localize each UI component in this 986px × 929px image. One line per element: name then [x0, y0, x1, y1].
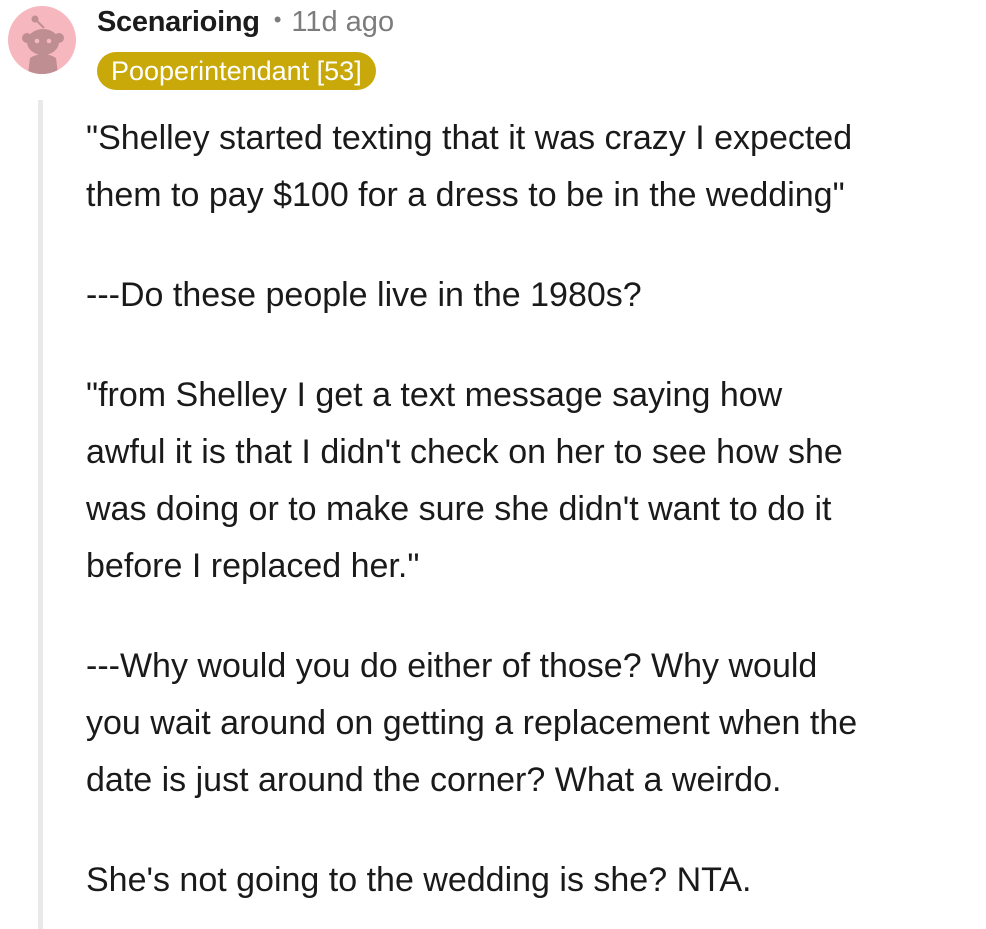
comment-header: Scenarioing • 11d ago [97, 2, 394, 42]
user-flair-badge: Pooperintendant [53] [97, 52, 376, 90]
user-avatar-icon[interactable] [8, 6, 76, 74]
comment-paragraph: She's not going to the wedding is she? N… [86, 861, 752, 899]
meta-separator: • [273, 7, 282, 32]
comment-paragraph: ---Why would you do either of those? Why… [86, 647, 858, 799]
comment: Scenarioing • 11d ago Pooperintendant [5… [0, 0, 986, 929]
username-link[interactable]: Scenarioing [97, 6, 260, 39]
comment-paragraph: "Shelley started texting that it was cra… [86, 119, 853, 214]
reddit-snoo-icon [22, 15, 64, 74]
comment-paragraph: ---Do these people live in the 1980s? [86, 276, 642, 314]
thread-collapse-line[interactable] [38, 100, 43, 929]
comment-timestamp: 11d ago [291, 5, 395, 38]
comment-body: "Shelley started texting that it was cra… [86, 110, 982, 929]
comment-paragraph: "from Shelley I get a text message sayin… [86, 376, 843, 585]
